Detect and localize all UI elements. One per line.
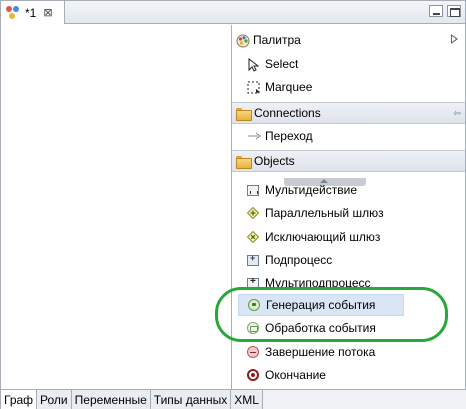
end-flow-icon <box>247 346 259 358</box>
palette-item-label: Мультидействие <box>265 183 358 197</box>
close-icon[interactable]: ⊠ <box>43 6 52 19</box>
palette-collapse-icon[interactable] <box>451 34 458 44</box>
editor-tab-bar: *1 ⊠ <box>1 1 465 24</box>
diagram-canvas[interactable] <box>2 25 231 389</box>
editor-page-tabs: Граф Роли Переменные Типы данных XML <box>1 389 466 409</box>
maximize-button[interactable] <box>447 5 461 17</box>
palette-panel: Палитра Select Marquee Connections ⇦ Пер… <box>232 25 465 387</box>
tab-roles[interactable]: Роли <box>37 390 72 409</box>
palette-item-end-flow[interactable]: Завершение потока <box>238 341 381 363</box>
folder-icon <box>236 155 252 169</box>
arrow-cursor-icon <box>247 57 260 72</box>
palette-item-label: Обработка события <box>265 321 376 335</box>
editor-tab-title: *1 <box>25 5 37 20</box>
palette-item-transition[interactable]: Переход <box>238 125 319 147</box>
tab-data-types[interactable]: Типы данных <box>150 390 232 409</box>
palette-tool-select[interactable]: Select <box>238 53 304 75</box>
palette-item-label: Параллельный шлюз <box>265 206 384 220</box>
palette-item-parallel-gateway[interactable]: Параллельный шлюз <box>238 202 390 224</box>
palette-item-label: Подпроцесс <box>265 253 333 267</box>
folder-icon <box>236 107 252 121</box>
multi-action-icon <box>247 184 259 196</box>
diagram-icon <box>5 5 21 21</box>
drawer-label: Connections <box>254 106 321 120</box>
palette-item-event-handling[interactable]: Обработка события <box>238 317 382 339</box>
palette-item-event-generation[interactable]: Генерация события <box>238 294 404 316</box>
parallel-gateway-icon <box>246 206 260 220</box>
end-icon <box>247 369 259 381</box>
drawer-connections[interactable]: Connections ⇦ <box>232 102 465 124</box>
palette-header: Палитра <box>232 28 465 52</box>
palette-item-label: Окончание <box>265 368 326 382</box>
editor-tab[interactable]: *1 ⊠ <box>1 1 65 24</box>
drawer-label: Objects <box>254 154 295 168</box>
tab-variables[interactable]: Переменные <box>71 390 151 409</box>
palette-tool-marquee[interactable]: Marquee <box>238 76 318 98</box>
palette-item-label: Исключающий шлюз <box>265 230 381 244</box>
editor-window: *1 ⊠ Палитра Select Marquee Connections … <box>0 0 466 409</box>
pin-icon[interactable]: ⇦ <box>453 108 460 119</box>
palette-title: Палитра <box>253 33 301 47</box>
palette-tool-label: Select <box>265 57 299 71</box>
palette-item-multi-action[interactable]: Мультидействие <box>238 179 363 201</box>
transition-arrow-icon <box>247 130 261 142</box>
palette-item-exclusive-gateway[interactable]: Исключающий шлюз <box>238 226 386 248</box>
palette-item-multi-subprocess[interactable]: Мультиподпроцесс <box>238 272 377 294</box>
tab-graph[interactable]: Граф <box>1 390 38 409</box>
palette-item-label: Генерация события <box>266 298 376 312</box>
palette-icon <box>236 34 250 48</box>
palette-item-label: Завершение потока <box>265 345 376 359</box>
multi-subprocess-icon <box>247 276 259 289</box>
palette-item-label: Мультиподпроцесс <box>265 276 371 290</box>
minimize-button[interactable] <box>429 5 443 17</box>
subprocess-icon <box>247 253 259 266</box>
tab-xml[interactable]: XML <box>231 390 263 409</box>
event-handling-icon <box>247 322 259 334</box>
palette-item-label: Переход <box>265 129 313 143</box>
palette-tool-label: Marquee <box>265 80 313 94</box>
event-generation-icon <box>248 299 260 311</box>
palette-item-end[interactable]: Окончание <box>238 364 332 386</box>
marquee-icon <box>247 81 260 94</box>
drawer-objects[interactable]: Objects <box>232 150 465 172</box>
exclusive-gateway-icon <box>246 230 260 244</box>
palette-item-subprocess[interactable]: Подпроцесс <box>238 249 338 271</box>
